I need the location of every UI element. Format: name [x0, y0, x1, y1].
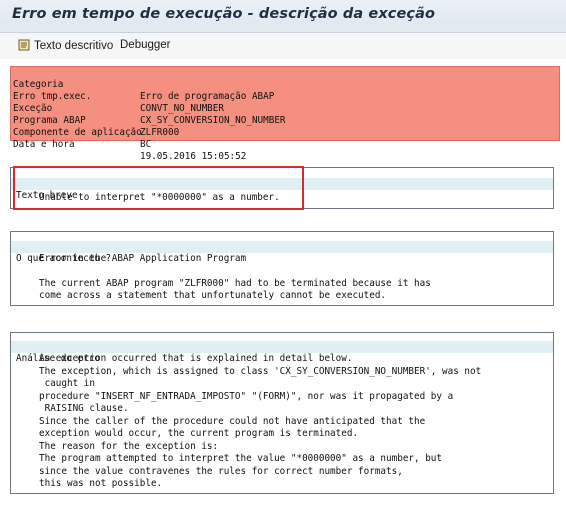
error-analysis-panel: Análise do erro An exception occurred th… — [10, 332, 554, 494]
panel-heading: O que aconteceu ? — [11, 241, 553, 264]
what-happened-panel: O que aconteceu ? Error in the ABAP Appl… — [10, 231, 554, 306]
title-bar: Erro em tempo de execução - descrição da… — [0, 0, 566, 33]
text-line: since the value contravenes the rules fo… — [39, 466, 403, 477]
header-value: ZLFR000 — [140, 127, 180, 138]
text-line: caught in — [39, 378, 95, 389]
header-row: Componente de aplicação BC — [13, 115, 151, 150]
error-header-box: Categoria Erro de programação ABAP Erro … — [10, 66, 560, 162]
header-value: CONVT_NO_NUMBER — [140, 103, 224, 114]
text-line: Error in the ABAP Application Program — [39, 253, 247, 264]
text-line: come across a statement that unfortunate… — [39, 290, 387, 301]
debugger-button[interactable]: Debugger — [120, 39, 171, 51]
text-line: this was not possible. — [39, 478, 163, 489]
text-line: RAISING clause. — [39, 403, 129, 414]
header-value: CX_SY_CONVERSION_NO_NUMBER — [140, 115, 286, 126]
document-text-icon — [18, 39, 30, 54]
text-line: The program attempted to interpret the v… — [39, 453, 442, 464]
header-value: BC — [140, 139, 152, 150]
header-row: Data e hora 19.05.2016 15:05:52 — [13, 127, 246, 162]
text-line: exception would occur, the current progr… — [39, 428, 359, 439]
toolbar: Texto descritivo Debugger — [0, 33, 566, 59]
header-row: Erro tmp.exec. CONVT_NO_NUMBER — [13, 79, 224, 114]
header-row: Exceção CX_SY_CONVERSION_NO_NUMBER — [13, 91, 286, 126]
header-value: 19.05.2016 15:05:52 — [140, 151, 247, 162]
header-row: Programa ABAP ZLFR000 — [13, 103, 179, 138]
text-line: procedure "INSERT_NF_ENTRADA_IMPOSTO" "(… — [39, 391, 454, 402]
header-key: Data e hora — [13, 139, 75, 150]
window-title: Erro em tempo de execução - descrição da… — [12, 6, 436, 22]
panel-heading: Análise do erro — [11, 341, 553, 364]
text-description-label: Texto descritivo — [34, 40, 114, 52]
header-row: Categoria Erro de programação ABAP — [13, 67, 274, 102]
highlight-box — [13, 166, 304, 210]
text-description-button[interactable]: Texto descritivo — [18, 39, 113, 54]
header-value: Erro de programação ABAP — [140, 91, 275, 102]
text-line: Since the caller of the procedure could … — [39, 416, 426, 427]
text-line: The reason for the exception is: — [39, 441, 219, 452]
text-line: The current ABAP program "ZLFR000" had t… — [39, 278, 431, 289]
text-line: The exception, which is assigned to clas… — [39, 366, 482, 377]
text-line: An exception occurred that is explained … — [39, 353, 353, 364]
